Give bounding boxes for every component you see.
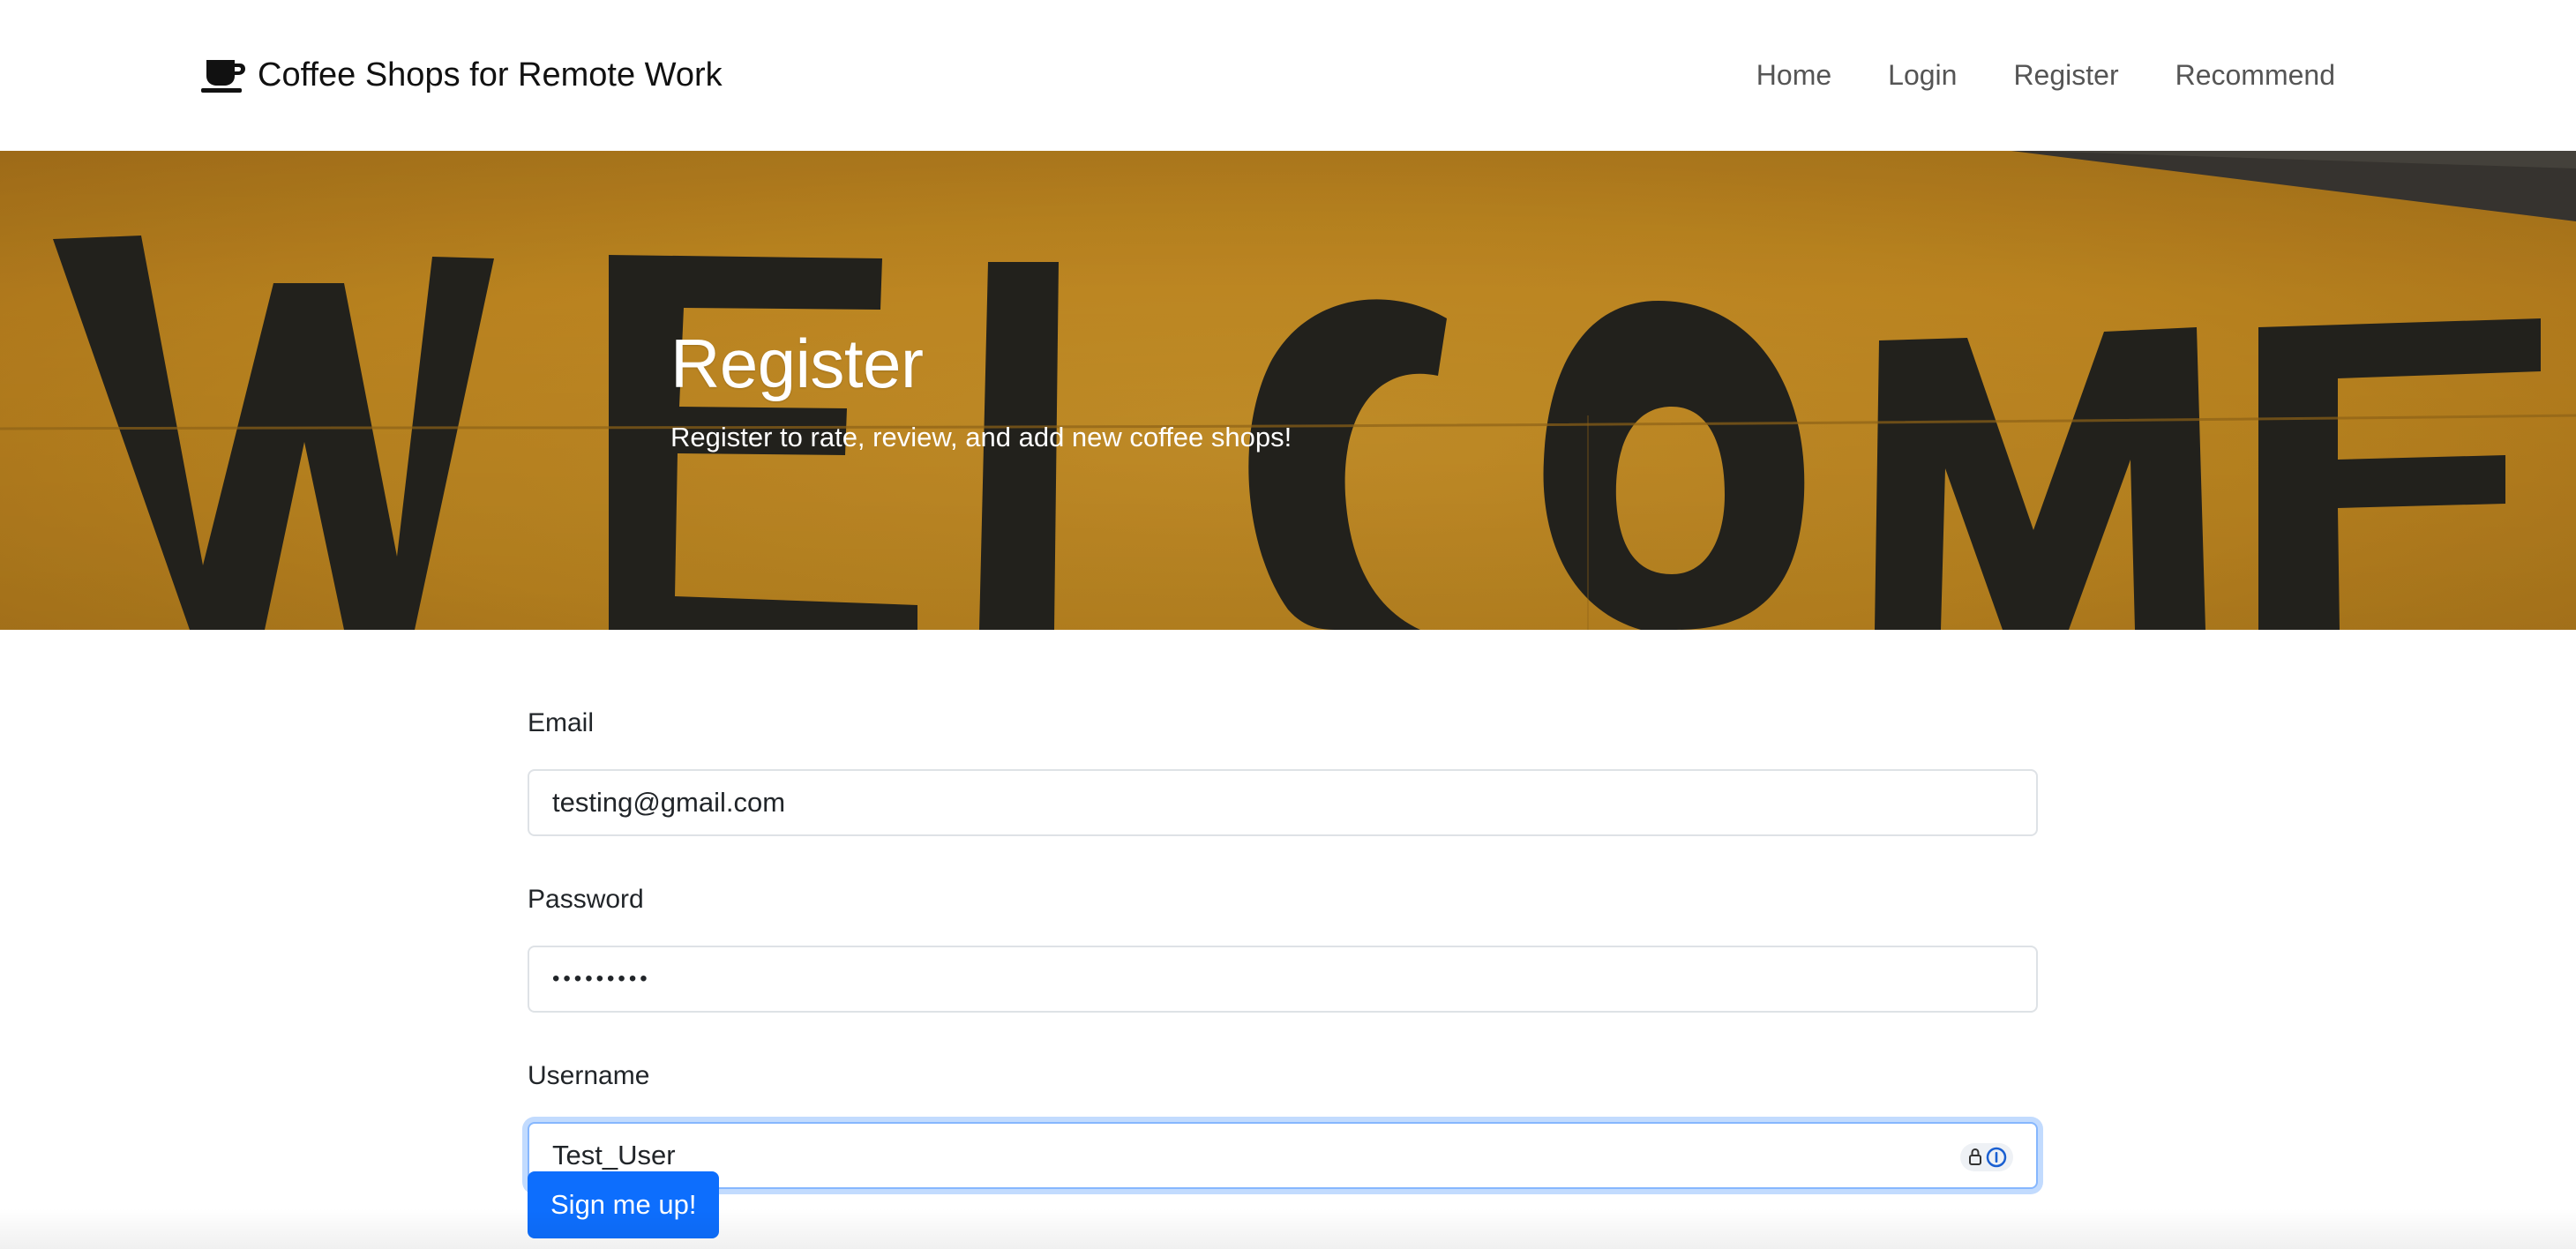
nav-register-link[interactable]: Register: [1985, 59, 2146, 92]
email-label: Email: [528, 708, 595, 737]
nav-login-link[interactable]: Login: [1860, 59, 1985, 92]
page-subtitle: Register to rate, review, and add new co…: [670, 422, 1292, 452]
page-title: Register: [670, 325, 924, 402]
password-label: Password: [528, 885, 644, 914]
password-value: •••••••••: [552, 967, 651, 991]
password-manager-icon[interactable]: [1960, 1143, 2013, 1171]
hero-banner: Register Register to rate, review, and a…: [0, 151, 2576, 630]
password-field[interactable]: •••••••••: [528, 946, 2038, 1013]
username-label: Username: [528, 1061, 650, 1090]
brand-title: Coffee Shops for Remote Work: [258, 56, 723, 93]
nav-links: Home Login Register Recommend: [1728, 49, 2335, 101]
nav-recommend-link[interactable]: Recommend: [2147, 59, 2335, 92]
brand-link[interactable]: Coffee Shops for Remote Work: [201, 49, 723, 101]
hero-overlay: [0, 151, 2576, 630]
email-value: testing@gmail.com: [552, 787, 786, 818]
username-value: Test_User: [552, 1140, 676, 1170]
email-field[interactable]: testing@gmail.com: [528, 769, 2038, 836]
username-field[interactable]: Test_User: [528, 1122, 2038, 1189]
register-form: Email testing@gmail.com Password •••••••…: [528, 706, 2038, 1238]
coffee-cup-icon: [201, 56, 247, 93]
navbar: Coffee Shops for Remote Work Home Login …: [0, 0, 2576, 151]
sign-up-button[interactable]: Sign me up!: [528, 1171, 720, 1238]
nav-home-link[interactable]: Home: [1728, 59, 1860, 92]
